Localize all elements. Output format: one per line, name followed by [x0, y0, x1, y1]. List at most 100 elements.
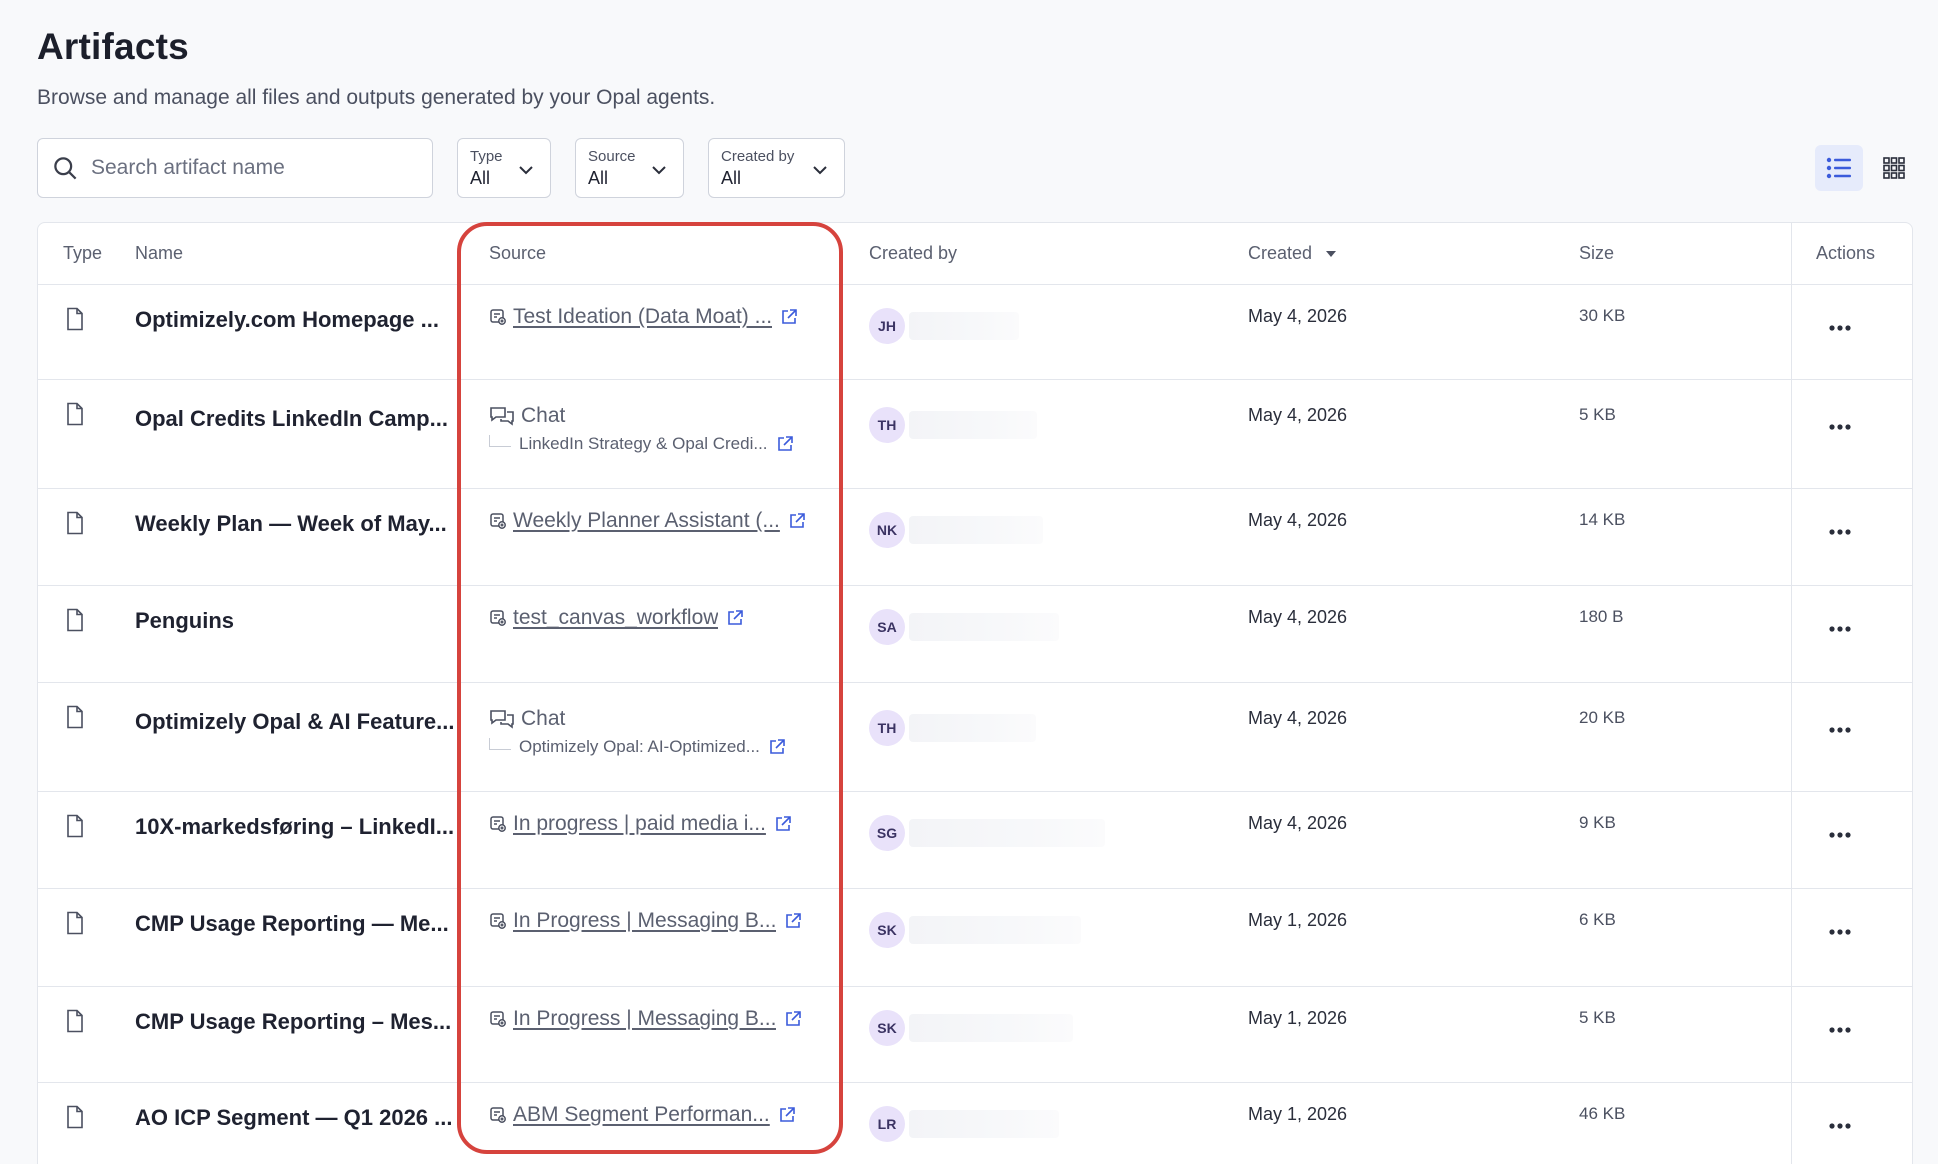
col-source: Source: [489, 243, 547, 263]
workflow-icon: [490, 913, 506, 929]
more-actions-icon[interactable]: [1828, 721, 1852, 733]
table-row[interactable]: Optimizely Opal & AI Feature... Chat Optim…: [38, 683, 1912, 792]
source-chat-title[interactable]: LinkedIn Strategy & Opal Credi...: [519, 434, 768, 454]
artifact-source: Chat Optimizely Opal: AI-Optimized...: [489, 707, 859, 757]
file-icon: [65, 705, 85, 729]
artifact-name[interactable]: CMP Usage Reporting — Me...: [135, 911, 480, 937]
avatar: NK: [869, 512, 905, 548]
artifact-name[interactable]: Opal Credits LinkedIn Camp...: [135, 406, 480, 432]
chat-icon: [490, 407, 514, 426]
artifact-name[interactable]: Weekly Plan — Week of May...: [135, 511, 480, 537]
artifact-name[interactable]: Optimizely Opal & AI Feature...: [135, 709, 480, 735]
more-actions-icon[interactable]: [1828, 1117, 1852, 1129]
table-row[interactable]: Weekly Plan — Week of May... Weekly Plann…: [38, 489, 1912, 586]
search-box[interactable]: [37, 138, 433, 198]
more-actions-icon[interactable]: [1828, 1021, 1852, 1033]
avatar: SK: [869, 1010, 905, 1046]
created-date: May 1, 2026: [1248, 910, 1348, 930]
creator-name-redacted: [909, 613, 1059, 641]
search-input[interactable]: [91, 156, 411, 180]
created-date: May 4, 2026: [1248, 708, 1348, 728]
external-link-icon[interactable]: [774, 815, 792, 833]
file-size: 46 KB: [1579, 1104, 1626, 1123]
artifact-source: In progress | paid media i...: [489, 812, 859, 836]
more-actions-icon[interactable]: [1828, 418, 1852, 430]
thread-connector: [489, 435, 511, 447]
avatar: TH: [869, 710, 905, 746]
more-actions-icon[interactable]: [1828, 319, 1852, 331]
created-date: May 4, 2026: [1248, 607, 1348, 627]
external-link-icon[interactable]: [776, 435, 794, 453]
external-link-icon[interactable]: [784, 1010, 802, 1028]
type-filter[interactable]: Type All: [457, 138, 551, 198]
artifact-source: ABM Segment Performan...: [489, 1103, 859, 1127]
table-row[interactable]: 10X-markedsføring – LinkedI... In progres…: [38, 792, 1912, 889]
created-date: May 1, 2026: [1248, 1008, 1348, 1028]
source-filter[interactable]: Source All: [575, 138, 684, 198]
source-link[interactable]: Test Ideation (Data Moat) ...: [513, 305, 772, 329]
source-link[interactable]: In Progress | Messaging B...: [513, 909, 776, 933]
more-actions-icon[interactable]: [1828, 826, 1852, 838]
avatar: LR: [869, 1106, 905, 1142]
external-link-icon[interactable]: [778, 1106, 796, 1124]
file-icon: [65, 911, 85, 935]
artifact-source: In Progress | Messaging B...: [489, 909, 859, 933]
external-link-icon[interactable]: [780, 308, 798, 326]
more-actions-icon[interactable]: [1828, 923, 1852, 935]
creator-name-redacted: [909, 1014, 1073, 1042]
artifact-name[interactable]: CMP Usage Reporting – Mes...: [135, 1009, 480, 1035]
source-chat-title[interactable]: Optimizely Opal: AI-Optimized...: [519, 737, 760, 757]
file-size: 20 KB: [1579, 708, 1626, 727]
more-actions-icon[interactable]: [1828, 620, 1852, 632]
source-link[interactable]: test_canvas_workflow: [513, 606, 718, 630]
table-row[interactable]: CMP Usage Reporting – Mes... In Progress …: [38, 987, 1912, 1083]
list-view-icon: [1826, 157, 1851, 179]
avatar: JH: [869, 308, 905, 344]
file-icon: [65, 814, 85, 838]
creator-name-redacted: [909, 516, 1043, 544]
col-created[interactable]: Created: [1248, 243, 1338, 264]
more-actions-icon[interactable]: [1828, 523, 1852, 535]
source-link[interactable]: Weekly Planner Assistant (...: [513, 509, 780, 533]
file-icon: [65, 511, 85, 535]
col-type: Type: [63, 243, 103, 263]
file-size: 14 KB: [1579, 510, 1626, 529]
external-link-icon[interactable]: [768, 738, 786, 756]
table-row[interactable]: CMP Usage Reporting — Me... In Progress |…: [38, 889, 1912, 987]
col-size[interactable]: Size: [1579, 243, 1614, 264]
workflow-icon: [490, 816, 506, 832]
artifact-name[interactable]: Optimizely.com Homepage ...: [135, 307, 480, 333]
created-date: May 4, 2026: [1248, 813, 1348, 833]
grid-view-button[interactable]: [1870, 145, 1918, 191]
table-row[interactable]: AO ICP Segment — Q1 2026 ... ABM Segment …: [38, 1083, 1912, 1164]
file-icon: [65, 307, 85, 331]
artifact-source: test_canvas_workflow: [489, 606, 859, 630]
table-row[interactable]: Penguins test_canvas_workflow SA May 4, 202…: [38, 586, 1912, 683]
file-size: 9 KB: [1579, 813, 1616, 832]
col-name[interactable]: Name: [135, 243, 183, 264]
workflow-icon: [490, 309, 506, 325]
file-icon: [65, 1105, 85, 1129]
source-link[interactable]: In Progress | Messaging B...: [513, 1007, 776, 1031]
thread-connector: [489, 738, 511, 750]
avatar: SK: [869, 912, 905, 948]
list-view-button[interactable]: [1815, 145, 1863, 191]
external-link-icon[interactable]: [784, 912, 802, 930]
external-link-icon[interactable]: [726, 609, 744, 627]
table-row[interactable]: Opal Credits LinkedIn Camp... Chat LinkedI…: [38, 380, 1912, 489]
created-date: May 1, 2026: [1248, 1104, 1348, 1124]
avatar: SA: [869, 609, 905, 645]
external-link-icon[interactable]: [788, 512, 806, 530]
col-created-label: Created: [1248, 243, 1313, 263]
page-subtitle: Browse and manage all files and outputs …: [37, 86, 716, 109]
artifact-name[interactable]: 10X-markedsføring – LinkedI...: [135, 814, 480, 840]
chevron-down-icon: [652, 166, 666, 175]
file-icon: [65, 402, 85, 426]
artifact-source: Chat LinkedIn Strategy & Opal Credi...: [489, 404, 859, 454]
source-link[interactable]: In progress | paid media i...: [513, 812, 766, 836]
created-by-filter[interactable]: Created by All: [708, 138, 845, 198]
table-row[interactable]: Optimizely.com Homepage ... Test Ideation…: [38, 285, 1912, 380]
artifact-name[interactable]: Penguins: [135, 608, 480, 634]
artifact-name[interactable]: AO ICP Segment — Q1 2026 ...: [135, 1105, 480, 1131]
source-link[interactable]: ABM Segment Performan...: [513, 1103, 770, 1127]
